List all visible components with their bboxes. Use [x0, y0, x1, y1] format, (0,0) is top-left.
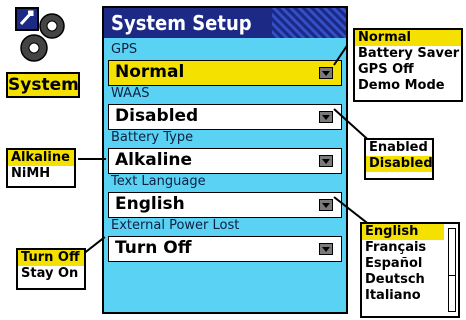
option-item[interactable]: English — [362, 224, 444, 240]
page-title: System Setup — [111, 11, 252, 35]
text-language-dropdown[interactable]: English — [108, 192, 342, 218]
gps-dropdown[interactable]: Normal — [108, 60, 342, 86]
waas-options-popup: Enabled Disabled — [364, 138, 434, 180]
text-language-label: Text Language — [111, 174, 206, 189]
connector-line — [78, 158, 106, 160]
option-item[interactable]: Normal — [355, 30, 461, 46]
scrollbar-thumb[interactable] — [449, 229, 455, 276]
battery-type-value: Alkaline — [115, 150, 193, 170]
language-options-popup: English Français Español Deutsch Italian… — [360, 222, 460, 318]
text-language-value: English — [115, 194, 185, 214]
option-item[interactable]: Disabled — [366, 156, 433, 172]
battery-type-label: Battery Type — [111, 130, 194, 145]
settings-body: GPS Normal WAAS Disabled Battery Type Al… — [104, 38, 346, 312]
external-power-lost-dropdown[interactable]: Turn Off — [108, 236, 342, 262]
system-label: System — [6, 72, 80, 98]
option-item[interactable]: GPS Off — [355, 62, 461, 78]
option-item[interactable]: Italiano — [362, 288, 444, 304]
chevron-down-icon[interactable] — [319, 111, 333, 123]
option-item[interactable]: Français — [362, 240, 444, 256]
option-item[interactable]: Enabled — [366, 140, 432, 156]
gps-options-popup: Normal Battery Saver GPS Off Demo Mode — [353, 28, 463, 102]
option-item[interactable]: Turn Off — [18, 250, 84, 266]
gps-value: Normal — [115, 62, 185, 82]
chevron-down-icon[interactable] — [319, 199, 333, 211]
scrollbar[interactable] — [448, 228, 456, 312]
title-bar: System Setup — [104, 8, 346, 38]
gears-icon — [15, 7, 65, 62]
system-app-icon[interactable]: System — [6, 6, 80, 98]
gps-label: GPS — [111, 42, 138, 57]
title-bar-pattern — [272, 8, 346, 38]
waas-value: Disabled — [115, 106, 199, 126]
option-item[interactable]: Demo Mode — [355, 78, 461, 94]
chevron-down-icon[interactable] — [319, 67, 333, 79]
chevron-down-icon[interactable] — [319, 243, 333, 255]
external-power-lost-value: Turn Off — [115, 238, 192, 258]
battery-options-popup: Alkaline NiMH — [6, 148, 76, 188]
battery-type-dropdown[interactable]: Alkaline — [108, 148, 342, 174]
external-power-lost-label: External Power Lost — [111, 218, 240, 233]
option-item[interactable]: Stay On — [18, 266, 84, 282]
option-item[interactable]: Español — [362, 256, 444, 272]
option-item[interactable]: Battery Saver — [355, 46, 461, 62]
option-item[interactable]: Alkaline — [8, 150, 74, 166]
power-options-popup: Turn Off Stay On — [16, 248, 86, 290]
option-item[interactable]: NiMH — [8, 166, 74, 182]
system-setup-screen: System Setup GPS Normal WAAS Disabled Ba… — [102, 6, 348, 314]
chevron-down-icon[interactable] — [319, 155, 333, 167]
waas-label: WAAS — [111, 86, 150, 101]
waas-dropdown[interactable]: Disabled — [108, 104, 342, 130]
option-item[interactable]: Deutsch — [362, 272, 444, 288]
